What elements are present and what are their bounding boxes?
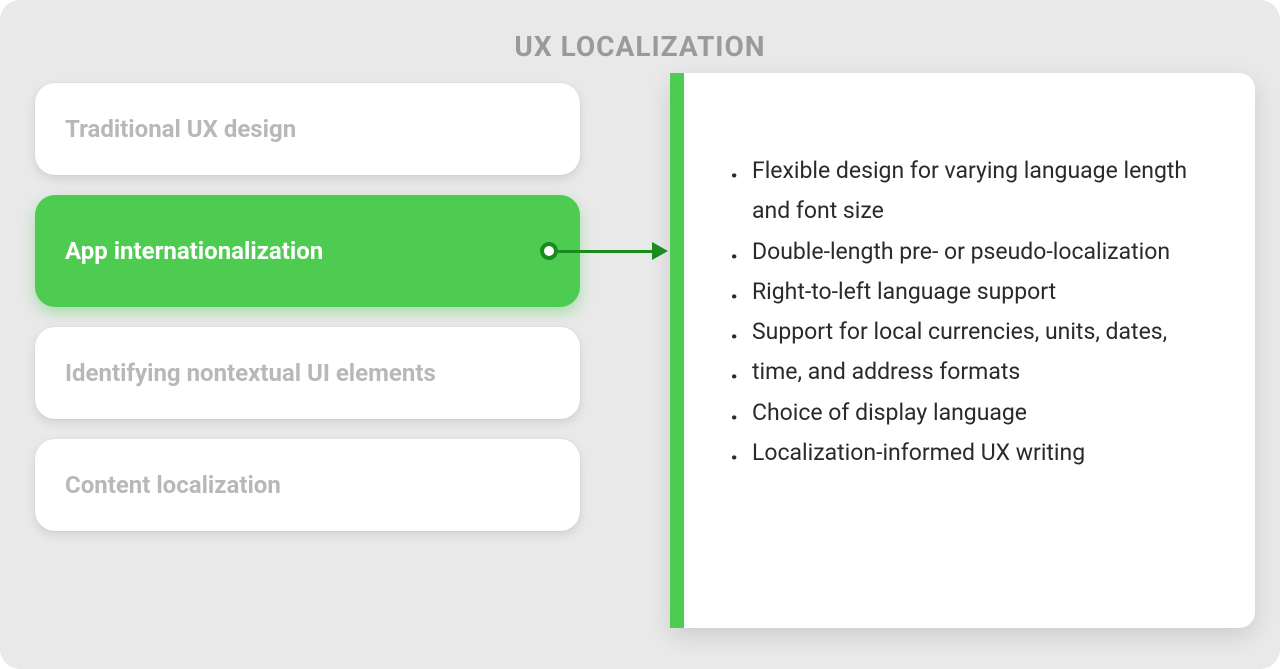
- tab-content-localization[interactable]: Content localization: [35, 439, 580, 531]
- detail-item: Support for local currencies, units, dat…: [724, 312, 1215, 352]
- detail-panel: Flexible design for varying language len…: [670, 73, 1255, 628]
- detail-item: Right-to-left language support: [724, 272, 1215, 312]
- detail-item: Flexible design for varying language len…: [724, 151, 1215, 232]
- diagram-title: UX LOCALIZATION: [35, 30, 1245, 63]
- tab-app-internationalization[interactable]: App internationalization: [35, 195, 580, 307]
- tab-label: Identifying nontextual UI elements: [65, 359, 436, 387]
- tab-nontextual-ui[interactable]: Identifying nontextual UI elements: [35, 327, 580, 419]
- detail-item: time, and address formats: [724, 352, 1215, 392]
- tabs-column: Traditional UX design App internationali…: [35, 83, 580, 531]
- detail-item: Choice of display language: [724, 393, 1215, 433]
- detail-item: Localization-informed UX writing: [724, 433, 1215, 473]
- detail-list: Flexible design for varying language len…: [724, 151, 1215, 473]
- tab-label: App internationalization: [65, 237, 323, 265]
- connector-arrow: [540, 242, 668, 260]
- arrow-right-icon: [652, 242, 668, 260]
- tab-traditional-ux[interactable]: Traditional UX design: [35, 83, 580, 175]
- tab-label: Traditional UX design: [65, 115, 296, 143]
- connector-line-icon: [558, 250, 653, 253]
- tab-label: Content localization: [65, 471, 281, 499]
- details-column: Flexible design for varying language len…: [670, 73, 1255, 628]
- detail-item: Double-length pre- or pseudo-localizatio…: [724, 232, 1215, 272]
- connector-dot-icon: [540, 242, 558, 260]
- diagram-container: UX LOCALIZATION Traditional UX design Ap…: [0, 0, 1280, 669]
- diagram-content: Traditional UX design App internationali…: [35, 83, 1245, 531]
